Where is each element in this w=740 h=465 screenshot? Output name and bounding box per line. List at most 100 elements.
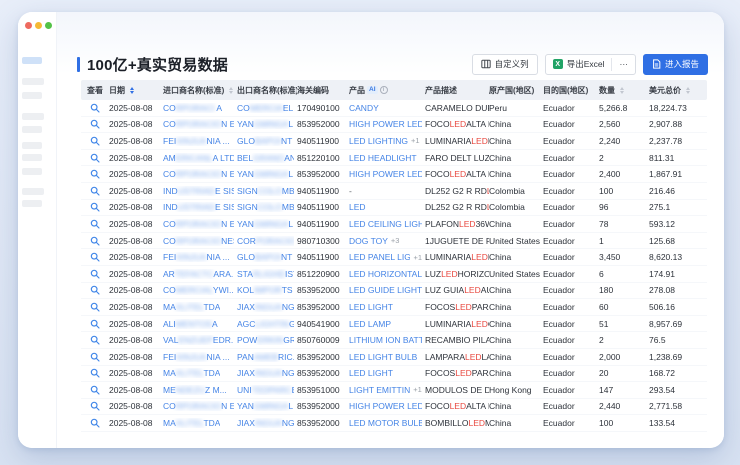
product-link[interactable]: LED — [349, 202, 366, 212]
exporter-name-link[interactable]: PANAMEBRIC... — [237, 352, 294, 362]
importer-name-link[interactable]: MAXLITELTDA — [163, 368, 220, 378]
product-link[interactable]: LITHIUM ION BATTE — [349, 335, 422, 345]
exporter-name-link[interactable]: CORPORACIONES... — [237, 236, 294, 246]
product-more-count[interactable]: +1 — [411, 136, 420, 145]
sidebar-item-placeholder[interactable] — [22, 168, 42, 175]
exporter-name-link[interactable]: BELGRANOAND... — [237, 153, 294, 163]
importer-name-link[interactable]: CORPORACION E... — [163, 401, 234, 411]
exporter-name-link[interactable]: POWERKINGR... — [237, 335, 294, 345]
product-more-count[interactable]: +1 — [413, 385, 422, 394]
importer-name-link[interactable]: ALIMENTOSA — [163, 319, 218, 329]
column-header-4[interactable]: 出口商名称(标准) — [237, 80, 297, 100]
importer-name-link[interactable]: FEIXINJUANIA ... — [163, 252, 230, 262]
close-window-button[interactable] — [25, 22, 32, 29]
product-link[interactable]: LED MOTOR BULB — [349, 418, 422, 428]
importer-name-link[interactable]: ARTEFACTCARA... — [163, 269, 234, 279]
product-link[interactable]: LED CEILING LIGHT — [349, 219, 422, 229]
column-header-3[interactable]: 进口商名称(标准) — [163, 80, 237, 100]
sidebar-item-placeholder[interactable] — [22, 126, 42, 133]
exporter-name-link[interactable]: YANGMINGAL LI... — [237, 119, 294, 129]
view-row-button[interactable] — [90, 169, 100, 179]
importer-name-link[interactable]: MAXLITELTDA — [163, 302, 220, 312]
product-link[interactable]: LED LIGHT — [349, 302, 393, 312]
product-link[interactable]: LED HEADLIGHT — [349, 153, 417, 163]
sort-icon[interactable] — [686, 87, 690, 94]
view-row-button[interactable] — [90, 136, 100, 146]
more-options-button[interactable]: ··· — [612, 55, 635, 74]
importer-name-link[interactable]: CORPORACION E... — [163, 219, 234, 229]
product-link[interactable]: CANDY — [349, 103, 379, 113]
exporter-name-link[interactable]: COMERCIAEL ... — [237, 103, 294, 113]
product-more-count[interactable]: +3 — [391, 236, 400, 245]
view-row-button[interactable] — [90, 252, 100, 262]
product-link[interactable]: LED LIGHTING — [349, 136, 408, 146]
exporter-name-link[interactable]: GLOBAPOINT ... — [237, 136, 294, 146]
view-row-button[interactable] — [90, 285, 100, 295]
export-excel-button[interactable]: X 导出Excel — [546, 55, 612, 74]
product-link[interactable]: LED GUIDE LIGHT T — [349, 285, 422, 295]
exporter-name-link[interactable]: JIAXINGUANGT... — [237, 418, 294, 428]
view-row-button[interactable] — [90, 202, 100, 212]
sidebar-item-placeholder[interactable] — [22, 200, 42, 207]
view-row-button[interactable] — [90, 269, 100, 279]
exporter-name-link[interactable]: JIAXINGUANGT... — [237, 302, 294, 312]
importer-name-link[interactable]: MAXLITELTDA — [163, 418, 220, 428]
exporter-name-link[interactable]: SIGNCOLOMB... — [237, 186, 294, 196]
importer-name-link[interactable]: CORPORACIONES... — [163, 236, 234, 246]
sidebar-item-active[interactable] — [22, 57, 42, 64]
column-header-2[interactable]: 日期 — [109, 80, 163, 100]
product-link[interactable]: LIGHT EMITTIN — [349, 385, 410, 395]
product-link[interactable]: DOG TOY — [349, 236, 388, 246]
sidebar-item-placeholder[interactable] — [22, 113, 44, 120]
sidebar-item-placeholder[interactable] — [22, 78, 44, 85]
minimize-window-button[interactable] — [35, 22, 42, 29]
product-link[interactable]: LED HORIZONTAL L — [349, 269, 422, 279]
view-row-button[interactable] — [90, 319, 100, 329]
view-row-button[interactable] — [90, 302, 100, 312]
sort-icon[interactable] — [130, 87, 134, 94]
exporter-name-link[interactable]: KOLIMPORTS — [237, 285, 293, 295]
product-link[interactable]: LED LIGHT — [349, 368, 393, 378]
view-row-button[interactable] — [90, 401, 100, 411]
exporter-name-link[interactable]: UNITEDPARCEL ... — [237, 385, 294, 395]
sidebar-item-placeholder[interactable] — [22, 142, 42, 149]
info-icon[interactable]: i — [380, 86, 388, 94]
exporter-name-link[interactable]: YANGMINGAL LI... — [237, 219, 294, 229]
exporter-name-link[interactable]: YANGMINGAL LI... — [237, 169, 294, 179]
sidebar-item-placeholder[interactable] — [22, 154, 42, 161]
importer-name-link[interactable]: INDUSTRIADE SIS... — [163, 186, 234, 196]
sidebar-item-placeholder[interactable] — [22, 188, 44, 195]
importer-name-link[interactable]: FEIXINJUANIA ... — [163, 136, 230, 146]
view-row-button[interactable] — [90, 219, 100, 229]
view-row-button[interactable] — [90, 119, 100, 129]
enter-report-button[interactable]: 进入报告 — [643, 54, 708, 75]
exporter-name-link[interactable]: GLOBAPOINT ... — [237, 252, 294, 262]
product-more-count[interactable]: +1 — [413, 253, 422, 262]
sidebar-item-placeholder[interactable] — [22, 92, 42, 99]
exporter-name-link[interactable]: YANGMINGAL LI... — [237, 401, 294, 411]
customize-columns-button[interactable]: 自定义列 — [472, 54, 538, 75]
importer-name-link[interactable]: COMERCIALYWI... — [163, 285, 234, 295]
view-row-button[interactable] — [90, 418, 100, 428]
importer-name-link[interactable]: VALENZUEPEDR... — [163, 335, 234, 345]
product-link[interactable]: LED LIGHT BULB — [349, 352, 417, 362]
product-link[interactable]: HIGH POWER LED F — [349, 169, 422, 179]
exporter-name-link[interactable]: AGCLIGHTING C... — [237, 319, 294, 329]
column-header-11[interactable]: 美元总价 — [649, 80, 707, 100]
view-row-button[interactable] — [90, 103, 100, 113]
sort-icon[interactable] — [229, 87, 233, 94]
product-link[interactable]: LED LAMP — [349, 319, 391, 329]
sort-icon[interactable] — [620, 87, 624, 94]
exporter-name-link[interactable]: JIAXINGUANGT... — [237, 368, 294, 378]
view-row-button[interactable] — [90, 335, 100, 345]
view-row-button[interactable] — [90, 352, 100, 362]
view-row-button[interactable] — [90, 186, 100, 196]
importer-name-link[interactable]: MENDEZUZ M... — [163, 385, 227, 395]
importer-name-link[interactable]: CORPORACION E... — [163, 119, 234, 129]
product-link[interactable]: HIGH POWER LED F — [349, 119, 422, 129]
view-row-button[interactable] — [90, 385, 100, 395]
view-row-button[interactable] — [90, 236, 100, 246]
exporter-name-link[interactable]: STARLIGHDIST... — [237, 269, 294, 279]
importer-name-link[interactable]: CORPORACI A — [163, 103, 222, 113]
product-link[interactable]: HIGH POWER LED F — [349, 401, 422, 411]
